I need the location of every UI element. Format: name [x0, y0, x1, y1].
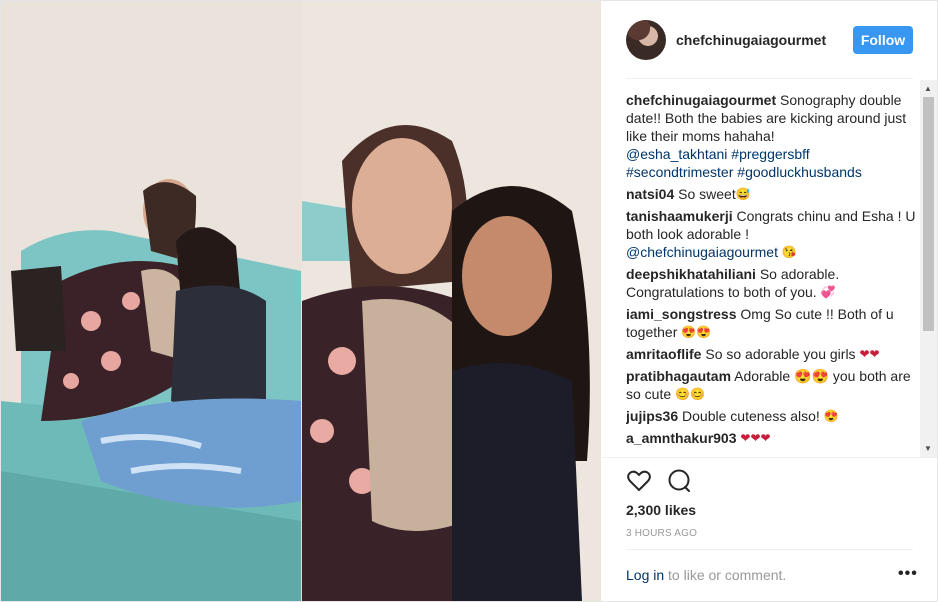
header-username-link[interactable]: chefchinugaiagourmet	[676, 32, 826, 48]
emoji-icon: 😘	[781, 245, 797, 259]
comment-text: So so adorable you girls	[701, 346, 860, 362]
post-timestamp[interactable]: 3 HOURS AGO	[626, 528, 697, 539]
emoji-icon: 😍	[823, 409, 839, 423]
emoji-icon: 💞	[820, 285, 836, 299]
closeup-scene-illustration	[302, 1, 601, 601]
comment-username[interactable]: natsi04	[626, 186, 674, 202]
post-sidebar: chefchinugaiagourmet Follow chefchinugai…	[602, 1, 937, 601]
mention-link[interactable]: @esha_takhtani	[626, 146, 727, 162]
post-header: chefchinugaiagourmet Follow	[602, 1, 937, 79]
scroll-up-icon[interactable]: ▲	[924, 84, 932, 93]
login-link[interactable]: Log in	[626, 567, 664, 583]
comments-divider	[602, 457, 937, 458]
comment-text: Double cuteness also!	[678, 408, 824, 424]
scrollbar-thumb[interactable]	[923, 97, 934, 331]
comment-username[interactable]: jujips36	[626, 408, 678, 424]
photo-right-half	[302, 1, 601, 601]
emoji-icon: ❤❤❤	[740, 431, 771, 445]
footer-divider	[626, 549, 913, 550]
photo-left-half	[1, 1, 302, 601]
mention-link[interactable]: @chefchinugaiagourmet	[626, 244, 778, 260]
scroll-down-icon[interactable]: ▼	[924, 444, 932, 453]
emoji-icon: 😊😊	[675, 387, 705, 401]
emoji-icon: ❤❤	[859, 347, 880, 361]
comment-username[interactable]: iami_songstress	[626, 306, 737, 322]
comment-icon[interactable]	[666, 468, 692, 494]
comment-username[interactable]: tanishaamukerji	[626, 208, 733, 224]
comment-text: So sweet	[674, 186, 736, 202]
comment-username[interactable]: deepshikhatahiliani	[626, 266, 756, 282]
login-prompt-text: to like or comment.	[664, 567, 787, 583]
list-item: pratibhagautam Adorable 😍😍 you both are …	[626, 367, 920, 403]
list-item: amritaoflife So so adorable you girls ❤❤	[626, 345, 920, 363]
list-item: jujips36 Double cuteness also! 😍	[626, 407, 920, 425]
list-item: iami_songstress Omg So cute !! Both of u…	[626, 305, 920, 341]
comment-username[interactable]: amritaoflife	[626, 346, 701, 362]
emoji-icon: 😅	[735, 187, 751, 201]
list-item: tanishaamukerji Congrats chinu and Esha …	[626, 207, 920, 261]
list-item: a_amnthakur903 ❤❤❤	[626, 429, 920, 447]
more-options-icon[interactable]: •••	[898, 565, 918, 583]
hashtag-link[interactable]: #secondtrimester	[626, 164, 733, 180]
comments-list[interactable]: chefchinugaiagourmet Sonography double d…	[626, 91, 920, 455]
comment-username[interactable]: pratibhagautam	[626, 368, 731, 384]
comments-scrollbar[interactable]: ▲ ▼	[920, 80, 937, 457]
list-item: natsi04 So sweet😅	[626, 185, 920, 203]
heart-icon[interactable]	[626, 468, 652, 494]
header-divider	[626, 78, 913, 79]
hashtag-link[interactable]: #goodluckhusbands	[737, 164, 862, 180]
likes-count[interactable]: 2,300 likes	[626, 502, 696, 518]
avatar[interactable]	[626, 20, 666, 60]
hashtag-link[interactable]: #preggersbff	[731, 146, 809, 162]
comment-username[interactable]: chefchinugaiagourmet	[626, 92, 776, 108]
follow-button[interactable]: Follow	[853, 26, 913, 54]
list-item: deepshikhatahiliani So adorable. Congrat…	[626, 265, 920, 301]
login-prompt: Log in to like or comment.	[626, 567, 786, 583]
post-photo[interactable]	[1, 1, 601, 601]
caption: chefchinugaiagourmet Sonography double d…	[626, 91, 920, 181]
comment-username[interactable]: a_amnthakur903	[626, 430, 737, 446]
emoji-icon: 😍😍	[681, 325, 712, 339]
sofa-scene-illustration	[1, 1, 302, 601]
